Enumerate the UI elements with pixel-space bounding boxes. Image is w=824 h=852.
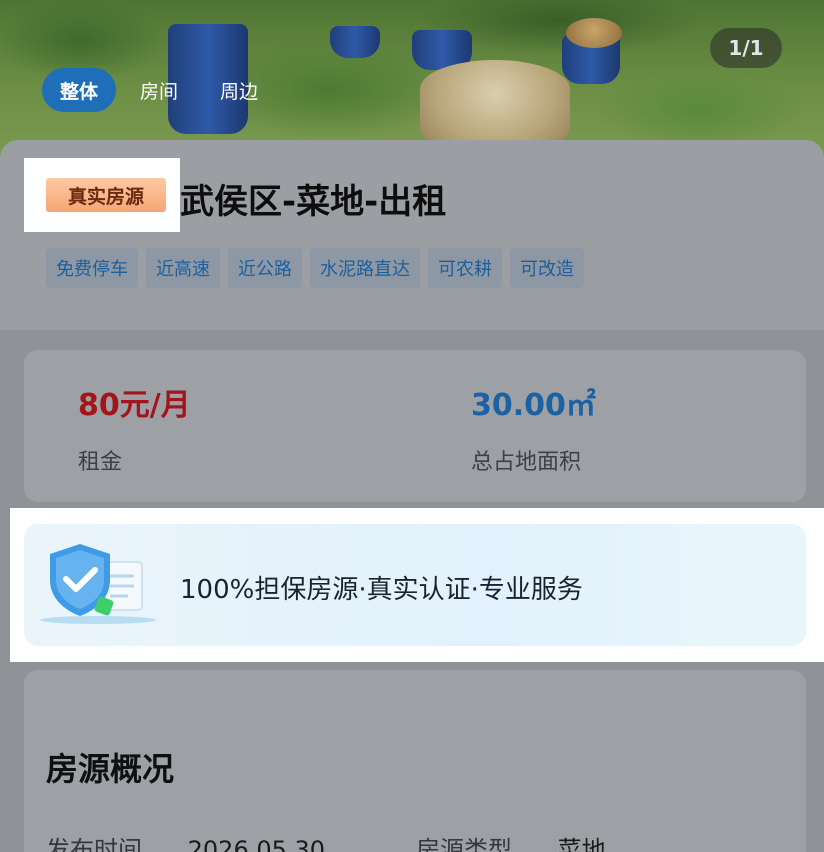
- tag-near-highway: 近高速: [146, 248, 220, 288]
- guarantee-text: 100%担保房源·真实认证·专业服务: [180, 575, 583, 605]
- tag-cement-road: 水泥路直达: [310, 248, 420, 288]
- listing-type-row: 房源类型 菜地: [416, 830, 606, 852]
- listing-title: 武侯区-菜地-出租: [180, 182, 447, 222]
- feature-tags: 免费停车 近高速 近公路 水泥路直达 可农耕 可改造: [46, 248, 584, 288]
- photo-barrel: [330, 26, 380, 58]
- listing-type-value: 菜地: [557, 836, 606, 852]
- publish-time-label: 发布时间: [46, 836, 142, 852]
- media-tabs: 整体 房间 周边: [42, 68, 276, 112]
- listing-type-label: 房源类型: [416, 836, 512, 852]
- tab-surroundings[interactable]: 周边: [202, 68, 276, 112]
- photo-hat: [566, 18, 622, 48]
- tag-free-parking: 免费停车: [46, 248, 138, 288]
- shield-check-icon: [40, 544, 156, 624]
- verified-badge: 真实房源: [46, 178, 166, 212]
- overview-title: 房源概况: [46, 750, 175, 788]
- price-card: [24, 350, 806, 502]
- publish-time-value: 2026.05.30: [187, 836, 326, 852]
- tag-near-road: 近公路: [228, 248, 302, 288]
- rent-label: 租金: [78, 450, 123, 475]
- tag-farmable: 可农耕: [428, 248, 502, 288]
- area-value: 30.00㎡: [471, 388, 596, 423]
- publish-time-row: 发布时间 2026.05.30: [46, 830, 325, 852]
- rent-value: 80元/月: [78, 388, 191, 423]
- tag-renovatable: 可改造: [510, 248, 584, 288]
- photo-counter: 1/1: [710, 28, 782, 68]
- area-label: 总占地面积: [471, 450, 582, 475]
- tab-room[interactable]: 房间: [122, 68, 196, 112]
- tab-overall[interactable]: 整体: [42, 68, 117, 112]
